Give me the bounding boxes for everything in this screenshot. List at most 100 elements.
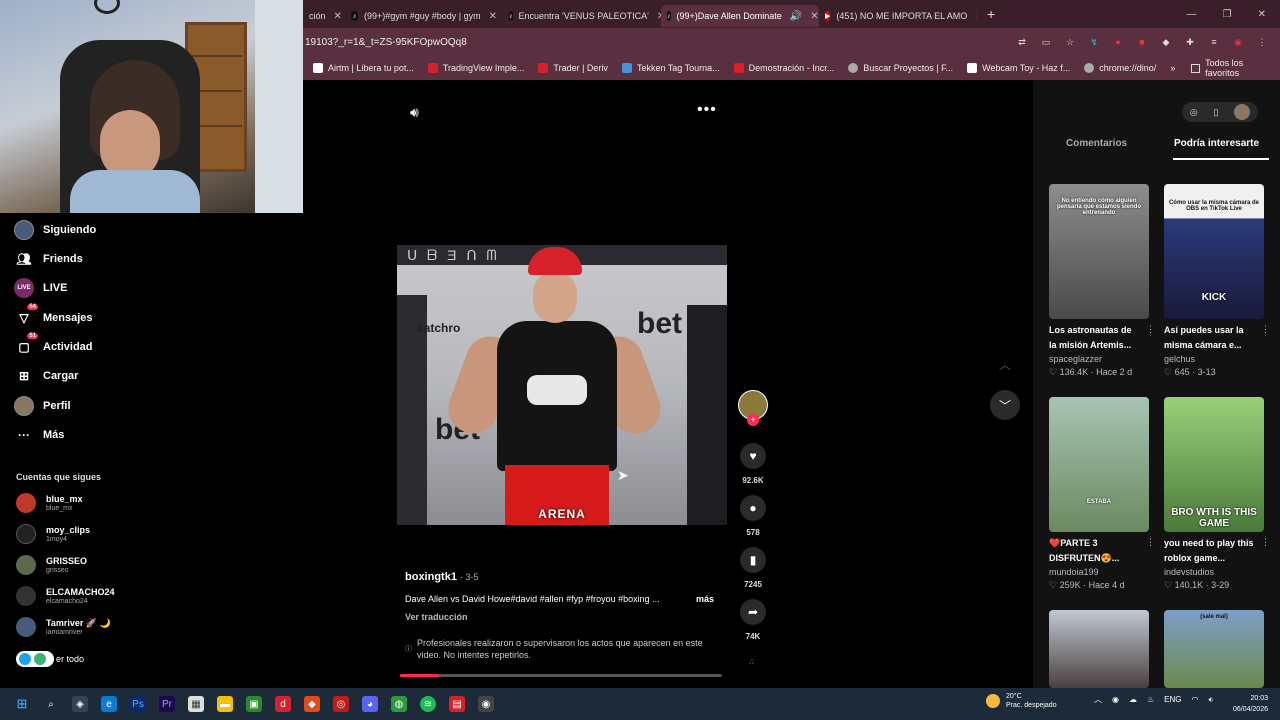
nav-item-messages[interactable]: ▽ 54 Mensajes	[14, 304, 93, 328]
share-button[interactable]: ➦	[740, 599, 766, 625]
close-icon[interactable]: ✕	[334, 11, 342, 22]
suggested-video-card[interactable]: No entiendo cómo alguien pensaría que es…	[1049, 184, 1155, 379]
speaker-icon[interactable]: 🔉︎	[1208, 695, 1213, 705]
windows-start-icon[interactable]: ⊞	[14, 696, 30, 712]
search-icon[interactable]: ⌕	[43, 696, 59, 712]
kebab-menu-icon[interactable]: ⋮	[1261, 537, 1270, 548]
nav-item-friends[interactable]: 👥︎ Friends	[14, 249, 82, 269]
chrome-icon[interactable]: ◍	[391, 696, 407, 712]
tray-app-icon[interactable]: ◉	[1112, 695, 1119, 704]
comment-button[interactable]: ●	[740, 495, 766, 521]
speaker-icon[interactable]: 🔊	[790, 11, 802, 22]
follow-plus-icon[interactable]: +	[747, 414, 759, 426]
extension-icon[interactable]: ◆	[1160, 36, 1172, 48]
card-username[interactable]: indevstudios	[1164, 566, 1264, 579]
close-window-icon[interactable]: ✕	[1258, 9, 1266, 20]
like-button[interactable]: ♥	[740, 443, 766, 469]
next-video-button[interactable]: ﹀	[990, 390, 1020, 420]
tab-3-active[interactable]: ♪ (99+)Dave Allen Dominate 🔊 ✕	[661, 5, 819, 27]
bookmark-3[interactable]: Tekken Tag Tourna...	[621, 63, 720, 73]
chevron-up-icon[interactable]: ︿	[1094, 694, 1102, 705]
minecraft-icon[interactable]: ▣	[246, 696, 262, 712]
following-account[interactable]: ELCAMACHO24 elcamacho24	[16, 586, 115, 606]
suggested-video-card[interactable]: Cómo usar la misma cámara de OBS en TikT…	[1164, 184, 1270, 379]
store-icon[interactable]: ▦	[188, 696, 204, 712]
app-icon[interactable]: ▤	[449, 696, 465, 712]
star-icon[interactable]: ☆	[1064, 36, 1076, 48]
nav-item-live[interactable]: LIVE LIVE	[14, 278, 67, 298]
tray-app-icon[interactable]: ♨	[1147, 695, 1154, 704]
obs-icon[interactable]: ◉	[478, 696, 494, 712]
bookmark-1[interactable]: TradingView Imple...	[427, 63, 524, 73]
extension-icon[interactable]: ■	[1136, 36, 1148, 48]
tab-suggested[interactable]: Podría interesarte	[1174, 138, 1259, 149]
clock[interactable]: 20:03 06/04/2026	[1233, 693, 1268, 715]
suggested-video-card[interactable]: (sale mal)	[1164, 610, 1264, 688]
suggested-video-card[interactable]: ESTABA ❤️PARTE 3 DISFRUTEN😍... ⋮ mundoia…	[1049, 397, 1155, 592]
volume-icon[interactable]: 🔊︎	[410, 104, 419, 121]
all-bookmarks[interactable]: Todos los favoritos	[1191, 58, 1268, 78]
tab-0[interactable]: ción ✕	[303, 5, 345, 27]
kebab-menu-icon[interactable]: ⋮	[1146, 324, 1155, 335]
previous-video-button[interactable]: ︿	[990, 349, 1020, 379]
language-indicator[interactable]: ENG	[1164, 695, 1181, 704]
bookmark-5[interactable]: Buscar Proyectos | F...	[848, 63, 953, 73]
folder-icon[interactable]: ▬	[217, 696, 233, 712]
phone-icon[interactable]: ▯	[1213, 107, 1218, 118]
kebab-menu-icon[interactable]: ⋮	[1261, 324, 1270, 335]
app-icon[interactable]: d	[275, 696, 291, 712]
card-username[interactable]: spaceglazzer	[1049, 353, 1149, 366]
compass-icon[interactable]: ◎	[1190, 107, 1198, 118]
premiere-icon[interactable]: Pr	[159, 696, 175, 712]
minimize-icon[interactable]: —	[1187, 9, 1197, 20]
more-link[interactable]: más	[696, 594, 714, 604]
nav-item-profile[interactable]: Perfil	[14, 396, 71, 416]
weather-widget[interactable]: 20°C Prac. despejado	[986, 692, 1057, 710]
tray-app-icon[interactable]: ☁	[1129, 695, 1137, 704]
close-icon[interactable]: ✕	[810, 11, 818, 22]
translate-icon[interactable]: ⇄	[1016, 36, 1028, 48]
app-icon[interactable]: ◈	[72, 696, 88, 712]
kebab-menu-icon[interactable]: ⋮	[1256, 36, 1268, 48]
video-player[interactable]: ᑌ ᗷ Ǝ ᑎ ᗰ bet bet aatchro ARENA	[397, 245, 727, 525]
following-account[interactable]: Tamriver 🚀 🌙 iamtamriver	[16, 617, 111, 637]
card-username[interactable]: gelchus	[1164, 353, 1264, 366]
maximize-icon[interactable]: ❐	[1223, 9, 1232, 20]
more-options-icon[interactable]: •••	[697, 101, 717, 119]
media-icon[interactable]: ≡	[1208, 36, 1220, 48]
following-account[interactable]: GRISSEO grisseo	[16, 555, 87, 575]
nav-item-following[interactable]: Siguiendo	[14, 220, 96, 240]
cast-icon[interactable]: ▭	[1040, 36, 1052, 48]
bookmark-4[interactable]: Demostración - Incr...	[733, 63, 834, 73]
save-button[interactable]: ▮	[740, 547, 766, 573]
brave-icon[interactable]: ◆	[304, 696, 320, 712]
tab-1[interactable]: ♪ (99+)#gym #guy #body | gym ✕	[345, 5, 503, 27]
see-all-link[interactable]: er todo	[16, 651, 84, 667]
suggested-video-card[interactable]	[1049, 610, 1149, 688]
close-icon[interactable]: ✕	[489, 11, 497, 22]
extension-icon[interactable]: ●	[1112, 36, 1124, 48]
puzzle-icon[interactable]: ✚	[1184, 36, 1196, 48]
suggested-video-card[interactable]: BRO WTH IS THIS GAME you need to play th…	[1164, 397, 1270, 592]
card-username[interactable]: mundoia199	[1049, 566, 1149, 579]
bookmark-0[interactable]: Airtm | Libera tu pot...	[313, 63, 414, 73]
nav-item-upload[interactable]: ⊞ Cargar	[14, 366, 79, 386]
user-avatar[interactable]	[1234, 104, 1251, 120]
photoshop-icon[interactable]: Ps	[130, 696, 146, 712]
following-account[interactable]: moy_clips 1moy4	[16, 524, 90, 544]
wifi-icon[interactable]: ◠	[1192, 695, 1199, 704]
tab-comments[interactable]: Comentarios	[1066, 138, 1127, 149]
profile-avatar-icon[interactable]: ◉	[1232, 36, 1244, 48]
creator-username[interactable]: boxingtk1	[405, 571, 457, 583]
bookmark-7[interactable]: chrome://dino/	[1084, 63, 1156, 73]
bookmark-2[interactable]: Trader | Deriv	[538, 63, 608, 73]
translate-link[interactable]: Ver traducción	[405, 612, 468, 622]
nav-item-activity[interactable]: ▢ 51 Actividad	[14, 333, 93, 357]
extension-icon[interactable]: ↯	[1088, 36, 1100, 48]
following-account[interactable]: blue_mx blue_mx	[16, 493, 83, 513]
kebab-menu-icon[interactable]: ⋮	[1146, 537, 1155, 548]
app-icon[interactable]: ◎	[333, 696, 349, 712]
spotify-icon[interactable]: ≋	[420, 696, 436, 712]
new-tab-button[interactable]: +	[977, 6, 1005, 22]
nav-item-more[interactable]: ··· Más	[14, 425, 64, 445]
